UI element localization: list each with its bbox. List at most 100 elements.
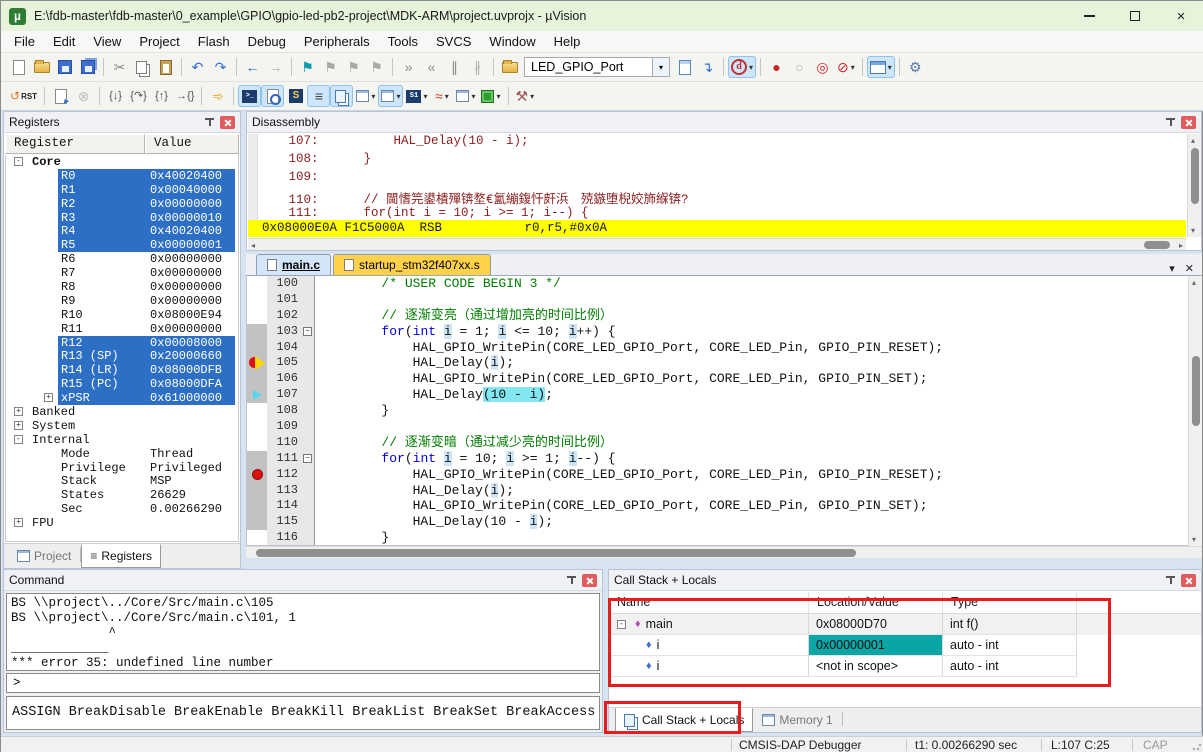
save-all-icon[interactable] xyxy=(76,56,99,78)
register-row-sec[interactable]: Sec0.00266290 xyxy=(6,502,238,516)
fold-collapse-icon[interactable]: − xyxy=(303,454,312,463)
breakpoint-gutter[interactable] xyxy=(247,355,267,371)
code-line[interactable]: 102 // 逐渐变亮（通过增加亮的时间比例） xyxy=(247,308,1201,324)
close-panel-icon[interactable] xyxy=(1181,116,1196,129)
insert-breakpoint-icon[interactable]: ● xyxy=(765,56,788,78)
command-input[interactable]: > xyxy=(6,673,600,693)
tree-expander-icon[interactable]: + xyxy=(14,518,23,527)
code-line[interactable]: 107 HAL_Delay(10 - i); xyxy=(247,387,1201,403)
close-document-icon[interactable]: ✕ xyxy=(1185,262,1194,275)
find-in-files-icon[interactable] xyxy=(673,56,696,78)
resize-grip-icon[interactable] xyxy=(1192,741,1202,751)
tree-expander-icon[interactable]: + xyxy=(44,393,53,402)
register-row-r11[interactable]: R110x00000000 xyxy=(6,322,238,336)
code-line[interactable]: 104 HAL_GPIO_WritePin(CORE_LED_GPIO_Port… xyxy=(247,340,1201,356)
menu-peripherals[interactable]: Peripherals xyxy=(295,32,379,51)
code-line[interactable]: 111− for(int i = 10; i >= 1; i--) { xyxy=(247,451,1201,467)
run-to-line-icon[interactable]: →{} xyxy=(173,85,197,107)
run-icon[interactable] xyxy=(49,85,72,107)
menu-tools[interactable]: Tools xyxy=(379,32,427,51)
breakpoint-gutter[interactable] xyxy=(247,467,267,483)
configure-target-icon[interactable]: ⚙ xyxy=(904,56,927,78)
code-line[interactable]: 115 HAL_Delay(10 - i); xyxy=(247,514,1201,530)
reset-cpu-icon[interactable]: ↺RST xyxy=(7,85,40,107)
pin-icon[interactable] xyxy=(564,573,579,587)
analysis-window-icon[interactable]: ≈▾ xyxy=(430,85,453,107)
bookmark-prev-icon[interactable]: ⚑ xyxy=(319,56,342,78)
command-window-icon[interactable]: >_ xyxy=(238,85,261,107)
incremental-find-icon[interactable]: ↴ xyxy=(696,56,719,78)
disassembly-line[interactable]: 110: // 閫愭笎鍙樻殫锛堥€氳繃鍑忓皯浜 殑鏃堕棿姣斾緥锛? xyxy=(248,188,1186,206)
editor-hscrollbar[interactable] xyxy=(246,546,1202,558)
close-panel-icon[interactable] xyxy=(582,574,597,587)
register-column-label[interactable]: Register xyxy=(5,134,145,154)
menu-window[interactable]: Window xyxy=(480,32,544,51)
code-line[interactable]: 101 xyxy=(247,292,1201,308)
window-layout-icon-dropdown[interactable]: ▾ xyxy=(888,63,892,72)
disassembly-line[interactable]: 107: HAL_Delay(10 - i); xyxy=(248,134,1186,152)
breakpoint-gutter[interactable] xyxy=(247,498,267,514)
code-line[interactable]: 106 HAL_GPIO_WritePin(CORE_LED_GPIO_Port… xyxy=(247,371,1201,387)
register-row-r6[interactable]: R60x00000000 xyxy=(6,252,238,266)
trace-window-icon-dropdown[interactable]: ▾ xyxy=(471,92,475,101)
register-row-privilege[interactable]: PrivilegePrivileged xyxy=(6,461,238,475)
tree-expander-icon[interactable]: - xyxy=(14,435,23,444)
breakpoint-gutter[interactable] xyxy=(247,403,267,419)
symbols-window-icon[interactable]: S xyxy=(284,85,307,107)
menu-project[interactable]: Project xyxy=(130,32,188,51)
menu-debug[interactable]: Debug xyxy=(239,32,295,51)
close-panel-icon[interactable] xyxy=(1181,574,1196,587)
uncomment-icon[interactable]: ∦ xyxy=(466,56,489,78)
paste-icon[interactable] xyxy=(154,56,177,78)
menu-help[interactable]: Help xyxy=(545,32,590,51)
pin-icon[interactable] xyxy=(202,115,217,129)
serial-window-icon[interactable]: S1▾ xyxy=(403,85,430,107)
tab-list-dropdown-icon[interactable]: ▾ xyxy=(1169,262,1175,275)
register-row-r1[interactable]: R10x00040000 xyxy=(6,183,238,197)
tree-expander-icon[interactable]: + xyxy=(14,421,23,430)
disable-breakpoint-icon[interactable]: ○ xyxy=(788,56,811,78)
code-line[interactable]: 116 } xyxy=(247,530,1201,546)
serial-window-icon-dropdown[interactable]: ▾ xyxy=(423,92,427,101)
breakpoint-gutter[interactable] xyxy=(247,308,267,324)
close-panel-icon[interactable] xyxy=(220,116,235,129)
breakpoint-gutter[interactable] xyxy=(247,435,267,451)
redo-icon[interactable]: ↷ xyxy=(209,56,232,78)
tab-registers[interactable]: ≡Registers xyxy=(81,544,161,568)
menu-view[interactable]: View xyxy=(84,32,130,51)
breakpoint-gutter[interactable] xyxy=(247,324,267,340)
trace-window-icon[interactable]: ▾ xyxy=(453,85,478,107)
navigate-forward-icon[interactable]: → xyxy=(264,56,287,78)
breakpoint-gutter[interactable] xyxy=(247,371,267,387)
menu-file[interactable]: File xyxy=(5,32,44,51)
close-icon[interactable]: × xyxy=(1158,1,1203,31)
bookmark-toggle-icon[interactable]: ⚑ xyxy=(296,56,319,78)
register-row-xpsr[interactable]: +xPSR0x61000000 xyxy=(6,391,238,405)
watch-window-icon-dropdown[interactable]: ▾ xyxy=(371,92,375,101)
disable-all-breakpoints-icon[interactable]: ◎ xyxy=(811,56,834,78)
bookmark-next-icon[interactable]: ⚑ xyxy=(342,56,365,78)
new-file-icon[interactable] xyxy=(7,56,30,78)
step-out-icon[interactable]: {↑} xyxy=(150,85,173,107)
register-row-mode[interactable]: ModeThread xyxy=(6,447,238,461)
breakpoint-gutter[interactable] xyxy=(247,483,267,499)
register-row-r12[interactable]: R120x00008000 xyxy=(6,336,238,350)
pin-icon[interactable] xyxy=(1163,115,1178,129)
register-row-r13-sp-[interactable]: R13 (SP)0x20000660 xyxy=(6,349,238,363)
code-line[interactable]: 110 // 逐渐变暗（通过减少亮的时间比例） xyxy=(247,435,1201,451)
breakpoint-current-icon[interactable] xyxy=(249,357,266,369)
breakpoint-icon[interactable] xyxy=(252,469,263,480)
disassembly-window-icon[interactable] xyxy=(261,85,284,107)
register-row-r5[interactable]: R50x00000001 xyxy=(6,238,238,252)
register-row-internal[interactable]: -Internal xyxy=(6,433,238,447)
fold-collapse-icon[interactable]: − xyxy=(303,327,312,336)
tree-expander-icon[interactable]: - xyxy=(14,157,23,166)
start-stop-debug-icon-dropdown[interactable]: ▾ xyxy=(749,63,753,72)
register-row-r14-lr-[interactable]: R14 (LR)0x08000DFB xyxy=(6,363,238,377)
search-dropdown-icon[interactable]: ▾ xyxy=(652,57,670,77)
search-input[interactable] xyxy=(524,57,652,77)
menu-svcs[interactable]: SVCS xyxy=(427,32,480,51)
navigate-back-icon[interactable]: ← xyxy=(241,56,264,78)
code-line[interactable]: 103− for(int i = 1; i <= 10; i++) { xyxy=(247,324,1201,340)
kill-all-breakpoints-icon-dropdown[interactable]: ▾ xyxy=(851,63,855,72)
